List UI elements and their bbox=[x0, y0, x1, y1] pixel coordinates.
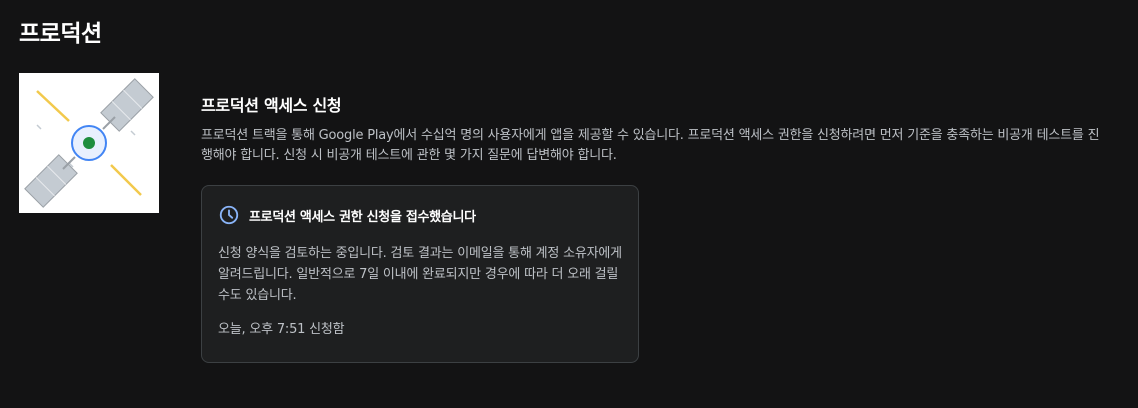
satellite-illustration bbox=[19, 73, 159, 213]
section-title: 프로덕션 액세스 신청 bbox=[201, 96, 342, 115]
production-access-section: 프로덕션 액세스 신청 프로덕션 트랙을 통해 Google Play에서 수십… bbox=[201, 92, 1106, 166]
clock-icon bbox=[219, 205, 239, 225]
section-description: 프로덕션 트랙을 통해 Google Play에서 수십억 명의 사용자에게 앱… bbox=[201, 128, 1100, 163]
page-title: 프로덕션 bbox=[19, 21, 102, 47]
status-title: 프로덕션 액세스 권한 신청을 접수했습니다 bbox=[249, 209, 476, 225]
submission-timestamp: 오늘, 오후 7:51 신청함 bbox=[218, 322, 345, 337]
card-header: 프로덕션 액세스 권한 신청을 접수했습니다 bbox=[218, 204, 622, 226]
application-status-card: 프로덕션 액세스 권한 신청을 접수했습니다 신청 양식을 검토하는 중입니다.… bbox=[201, 185, 639, 363]
status-message: 신청 양식을 검토하는 중입니다. 검토 결과는 이메일을 통해 계정 소유자에… bbox=[218, 246, 622, 303]
satellite-icon bbox=[24, 78, 154, 208]
